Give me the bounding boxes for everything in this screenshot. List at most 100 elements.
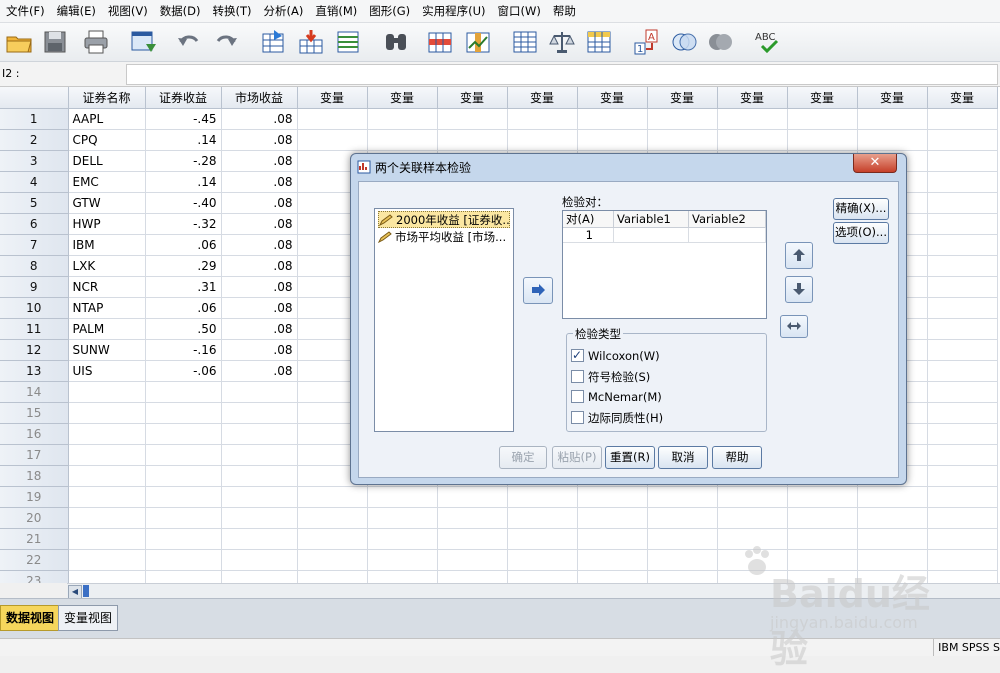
- cell-security-name[interactable]: [68, 423, 146, 445]
- cell-security-return[interactable]: -.32: [145, 213, 222, 235]
- cell-empty[interactable]: [927, 402, 998, 424]
- cell-security-return[interactable]: [145, 528, 222, 550]
- cell-security-return[interactable]: .06: [145, 297, 222, 319]
- cell-security-return[interactable]: [145, 381, 222, 403]
- menu-item[interactable]: 编辑(E): [51, 0, 102, 22]
- cell-security-name[interactable]: DELL: [68, 150, 146, 172]
- cell-empty[interactable]: [927, 171, 998, 193]
- cell-empty[interactable]: [927, 150, 998, 172]
- cell-empty[interactable]: [927, 129, 998, 151]
- cell-market-return[interactable]: [221, 549, 298, 571]
- column-header-empty-variable[interactable]: 变量: [367, 87, 438, 109]
- cell-empty[interactable]: [857, 129, 928, 151]
- cell-empty[interactable]: [507, 486, 578, 508]
- mcnemar-checkbox[interactable]: McNemar(M): [571, 388, 662, 406]
- cell-empty[interactable]: [297, 528, 368, 550]
- cell-empty[interactable]: [647, 507, 718, 529]
- row-header[interactable]: 14: [0, 381, 69, 403]
- cell-market-return[interactable]: [221, 570, 298, 583]
- cell-market-return[interactable]: [221, 507, 298, 529]
- cell-empty[interactable]: [927, 339, 998, 361]
- cell-empty[interactable]: [857, 507, 928, 529]
- cell-empty[interactable]: [297, 507, 368, 529]
- menu-item[interactable]: 视图(V): [102, 0, 154, 22]
- cell-security-return[interactable]: .50: [145, 318, 222, 340]
- cell-security-return[interactable]: .14: [145, 171, 222, 193]
- goto-case-icon[interactable]: [260, 28, 288, 56]
- row-header[interactable]: 15: [0, 402, 69, 424]
- cell-market-return[interactable]: .08: [221, 318, 298, 340]
- row-header[interactable]: 12: [0, 339, 69, 361]
- cell-security-return[interactable]: .06: [145, 234, 222, 256]
- cell-empty[interactable]: [927, 444, 998, 466]
- show-all-variables-icon[interactable]: [706, 28, 734, 56]
- cell-empty[interactable]: [367, 129, 438, 151]
- cell-empty[interactable]: [927, 255, 998, 277]
- row-header[interactable]: 21: [0, 528, 69, 550]
- cell-empty[interactable]: [577, 108, 648, 130]
- cell-empty[interactable]: [507, 507, 578, 529]
- menu-item[interactable]: 窗口(W): [492, 0, 547, 22]
- cell-empty[interactable]: [787, 507, 858, 529]
- select-cases-icon[interactable]: [585, 28, 613, 56]
- marginal-homogeneity-checkbox[interactable]: 边际同质性(H): [571, 409, 663, 427]
- reset-button[interactable]: 重置(R): [605, 446, 655, 469]
- cell-empty[interactable]: [507, 570, 578, 583]
- cell-security-name[interactable]: AAPL: [68, 108, 146, 130]
- source-variable-list[interactable]: 2000年收益 [证券收... 市场平均收益 [市场...: [374, 208, 514, 432]
- row-header[interactable]: 17: [0, 444, 69, 466]
- cell-empty[interactable]: [717, 486, 788, 508]
- cell-empty[interactable]: [437, 108, 508, 130]
- print-icon[interactable]: [82, 28, 110, 56]
- cell-security-return[interactable]: -.40: [145, 192, 222, 214]
- cell-security-return[interactable]: [145, 507, 222, 529]
- cell-market-return[interactable]: .08: [221, 339, 298, 361]
- column-header-empty-variable[interactable]: 变量: [577, 87, 648, 109]
- cell-market-return[interactable]: [221, 402, 298, 424]
- use-sets-icon[interactable]: [670, 28, 698, 56]
- cell-security-return[interactable]: .29: [145, 255, 222, 277]
- row-header[interactable]: 1: [0, 108, 69, 130]
- help-button[interactable]: 帮助: [712, 446, 762, 469]
- cell-empty[interactable]: [507, 549, 578, 571]
- cell-empty[interactable]: [367, 507, 438, 529]
- cell-empty[interactable]: [437, 129, 508, 151]
- cell-empty[interactable]: [927, 276, 998, 298]
- source-variable-item[interactable]: 市场平均收益 [市场...: [378, 229, 510, 246]
- row-header[interactable]: 4: [0, 171, 69, 193]
- row-header[interactable]: 3: [0, 150, 69, 172]
- cell-empty[interactable]: [717, 108, 788, 130]
- source-variable-item[interactable]: 2000年收益 [证券收...: [378, 211, 510, 228]
- sign-test-checkbox[interactable]: 符号检验(S): [571, 368, 650, 386]
- cell-market-return[interactable]: [221, 444, 298, 466]
- cell-empty[interactable]: [857, 108, 928, 130]
- cell-security-name[interactable]: [68, 507, 146, 529]
- cell-market-return[interactable]: .08: [221, 192, 298, 214]
- column-header[interactable]: 证券收益: [145, 87, 222, 109]
- row-header[interactable]: 22: [0, 549, 69, 571]
- cell-empty[interactable]: [577, 129, 648, 151]
- cell-empty[interactable]: [437, 570, 508, 583]
- cell-security-return[interactable]: -.16: [145, 339, 222, 361]
- insert-variable-icon[interactable]: [464, 28, 492, 56]
- cell-empty[interactable]: [927, 423, 998, 445]
- cell-security-name[interactable]: [68, 570, 146, 583]
- cell-value-input[interactable]: [126, 64, 998, 85]
- cell-empty[interactable]: [367, 528, 438, 550]
- cell-empty[interactable]: [437, 528, 508, 550]
- cell-empty[interactable]: [787, 486, 858, 508]
- cell-empty[interactable]: [577, 528, 648, 550]
- cell-security-name[interactable]: [68, 549, 146, 571]
- cell-market-return[interactable]: [221, 528, 298, 550]
- cell-empty[interactable]: [927, 297, 998, 319]
- cell-market-return[interactable]: .08: [221, 360, 298, 382]
- cell-empty[interactable]: [507, 528, 578, 550]
- cell-security-return[interactable]: -.45: [145, 108, 222, 130]
- cell-security-return[interactable]: -.06: [145, 360, 222, 382]
- cell-security-return[interactable]: [145, 570, 222, 583]
- exact-button[interactable]: 精确(X)...: [833, 198, 889, 220]
- menu-item[interactable]: 帮助: [547, 0, 582, 22]
- dialog-titlebar[interactable]: 两个关联样本检验 ✕: [351, 154, 906, 180]
- value-labels-icon[interactable]: A1: [632, 28, 660, 56]
- row-header[interactable]: 23: [0, 570, 69, 583]
